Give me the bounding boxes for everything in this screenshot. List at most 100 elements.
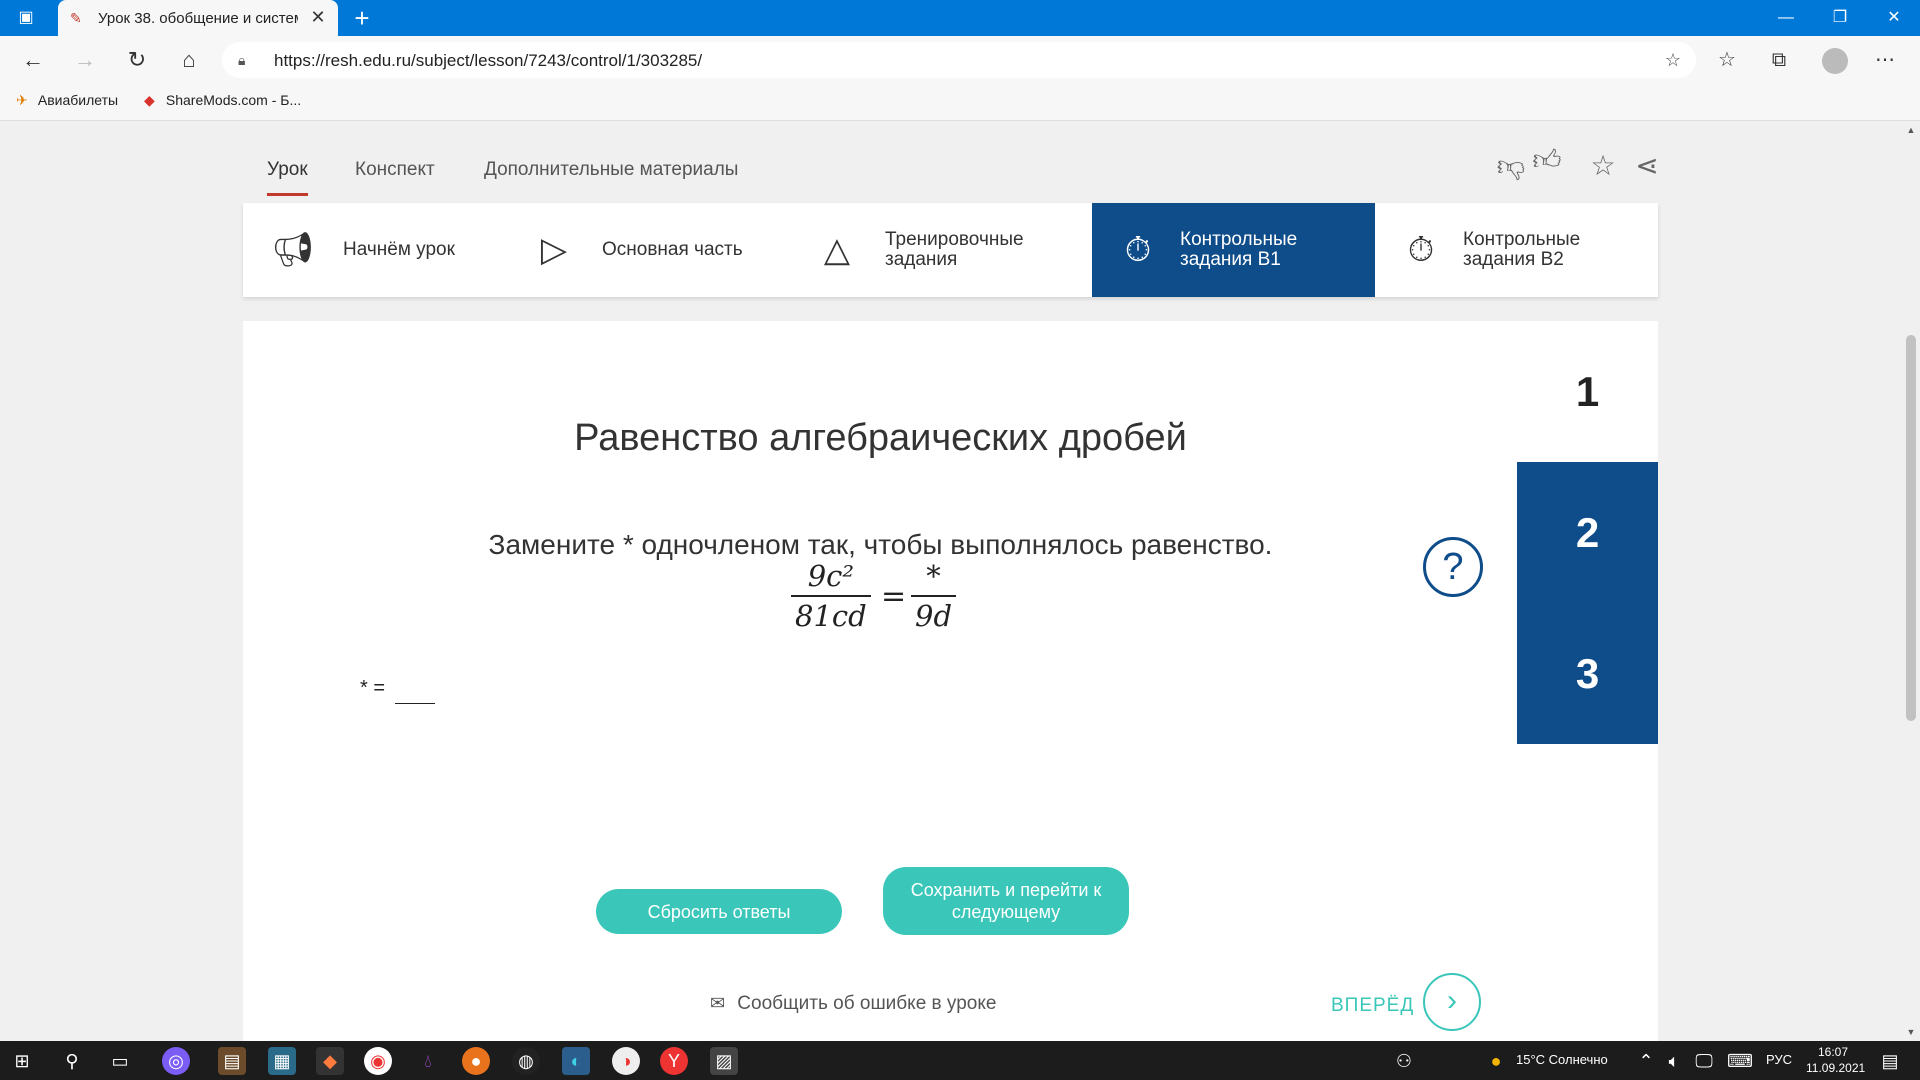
step-label: Начнём урок [343,239,455,260]
task-number-1[interactable]: 1 [1517,321,1658,462]
url-bar[interactable]: 🔒︎ https://resh.edu.ru/subject/lesson/72… [222,42,1696,78]
step-main-part[interactable]: ▷ Основная часть [526,203,809,297]
scroll-down-arrow-icon[interactable]: ▼ [1906,1027,1916,1037]
left-numerator: 9c² [807,559,855,593]
like-icon[interactable]: 👍︎ [1530,143,1564,177]
add-favorite-icon[interactable]: ☆ [1662,49,1684,71]
forward-nav-button[interactable]: → [70,46,100,74]
airplane-icon: ✈ [16,92,28,108]
volume-icon[interactable]: 🔈︎ [1660,1047,1688,1075]
left-denominator: 81cd [795,599,867,633]
left-fraction: 9c² 81cd [791,559,871,633]
app-icon-5[interactable]: ◑ [612,1047,640,1075]
notifications-icon[interactable]: ▤ [1876,1047,1904,1075]
step-start-lesson[interactable]: 📢︎ Начнём урок [243,203,526,297]
more-menu-icon[interactable]: ⋯ [1870,46,1900,74]
app-icon-4[interactable]: ◍ [512,1047,540,1075]
drop-app-icon[interactable]: 💧︎ [414,1047,442,1075]
jetbrains-icon[interactable]: ◆ [316,1047,344,1075]
star-icon[interactable]: ☆ [1586,149,1620,183]
right-fraction: * 9d [911,559,957,633]
step-control-b1[interactable]: ⏱︎ Контрольные задания В1 [1092,203,1375,297]
close-icon[interactable]: ✕ [308,7,328,27]
bookmarks-bar: ✈ Авиабилеты ◆ ShareMods.com - Б... [0,84,1920,121]
browser-tab[interactable]: ✎ Урок 38. обобщение и система ✕ [58,0,338,36]
step-label: Основная часть [602,239,743,260]
network-icon[interactable]: 🖵︎ [1690,1047,1718,1075]
profile-avatar[interactable] [1822,48,1848,74]
lock-icon[interactable]: 🔒︎ [238,51,256,69]
megaphone-icon: 📢︎ [271,231,315,269]
play-icon: ▷ [540,231,568,269]
bookmark-item[interactable]: ◆ ShareMods.com - Б... [144,92,301,109]
chrome-icon[interactable]: ◉ [364,1047,392,1075]
scroll-up-arrow-icon[interactable]: ▲ [1906,125,1916,135]
reset-answers-button[interactable]: Сбросить ответы [596,889,842,934]
report-error-link[interactable]: ✉ Сообщить об ошибке в уроке [710,993,996,1015]
task-card: Равенство алгебраических дробей Замените… [243,321,1658,1041]
window-close-button[interactable]: ✕ [1866,0,1920,36]
stopwatch-icon: ⏱︎ [1124,231,1152,269]
app-icon-2[interactable]: ▦ [268,1047,296,1075]
app-icon-6[interactable]: ▨ [710,1047,738,1075]
save-next-button[interactable]: Сохранить и перейти к следующему [883,867,1129,935]
restore-button[interactable]: ❐ [1812,0,1868,36]
yandex-icon[interactable]: Y [660,1047,688,1075]
bookmark-label: Авиабилеты [37,92,119,108]
clock[interactable]: 16:07 11.09.2021 [1806,1044,1866,1076]
equals-sign: = [881,579,907,614]
browser-titlebar: ▣ ✎ Урок 38. обобщение и система ✕ + — ❐… [0,0,1920,36]
page-viewport: Урок Конспект Дополнительные материалы 👎… [0,121,1902,1041]
step-label: Контрольные задания В1 [1180,229,1298,270]
refresh-button[interactable]: ↻ [122,46,152,74]
scroll-thumb[interactable] [1906,335,1916,721]
tab-favicon-icon: ✎ [70,10,82,26]
favorites-icon[interactable]: ☆ [1712,46,1742,74]
weather-text[interactable]: 15°C Солнечно [1516,1052,1608,1067]
tab-lesson[interactable]: Урок [267,159,308,196]
sharemods-icon: ◆ [144,92,155,108]
forward-arrow-button[interactable]: › [1423,973,1481,1031]
new-tab-button[interactable]: + [348,4,376,32]
help-icon[interactable]: ? [1423,537,1483,597]
tray-chevron-icon[interactable]: ⌃ [1632,1047,1660,1075]
keyboard-icon[interactable]: ⌨ [1726,1047,1754,1075]
lesson-steps-nav: 📢︎ Начнём урок ▷ Основная часть △ Тренир… [243,203,1658,297]
bookmark-item[interactable]: ✈ Авиабилеты [16,92,118,109]
right-numerator: * [926,559,941,593]
home-button[interactable]: ⌂ [174,46,204,74]
dislike-icon[interactable]: 👎︎ [1494,149,1528,183]
clock-date: 11.09.2021 [1806,1061,1866,1075]
minimize-button[interactable]: — [1758,0,1814,36]
mail-icon: ✉ [710,993,726,1013]
windows-start-icon[interactable]: ⊞ [8,1047,36,1075]
tab-additional-materials[interactable]: Дополнительные материалы [484,159,738,193]
share-icon[interactable]: ⋖ [1630,149,1664,183]
app-icon-3[interactable]: ● [462,1047,490,1075]
step-label: Тренировочные задания [885,229,1024,270]
forward-label[interactable]: ВПЕРЁД [1331,995,1414,1017]
tab-actions-icon[interactable]: ▣ [16,8,36,28]
tab-summary[interactable]: Конспект [355,159,435,193]
url-text[interactable]: https://resh.edu.ru/subject/lesson/7243/… [274,51,702,71]
task-view-icon[interactable]: ▭ [106,1047,134,1075]
app-icon-1[interactable]: ▤ [218,1047,246,1075]
step-training-tasks[interactable]: △ Тренировочные задания [809,203,1092,297]
back-button[interactable]: ← [18,46,48,74]
step-label: Контрольные задания В2 [1463,229,1581,270]
search-icon[interactable]: ⚲ [58,1047,86,1075]
collections-icon[interactable]: ⧉ [1764,46,1794,74]
page-scrollbar[interactable]: ▲ ▼ [1902,121,1920,1041]
fraction-bar [791,595,871,597]
task-number-2[interactable]: 2 [1517,462,1658,603]
language-indicator[interactable]: РУС [1766,1052,1792,1067]
people-icon[interactable]: ⚇ [1390,1047,1418,1075]
stopwatch-icon: ⏱︎ [1407,231,1435,269]
task-number-3[interactable]: 3 [1517,603,1658,744]
step-control-b2[interactable]: ⏱︎ Контрольные задания В2 [1375,203,1658,297]
alice-icon[interactable]: ◎ [162,1047,190,1075]
edge-icon[interactable]: ◐ [562,1047,590,1075]
tab-title: Урок 38. обобщение и система [98,10,298,27]
report-error-label: Сообщить об ошибке в уроке [737,993,997,1014]
answer-input[interactable] [395,679,435,704]
